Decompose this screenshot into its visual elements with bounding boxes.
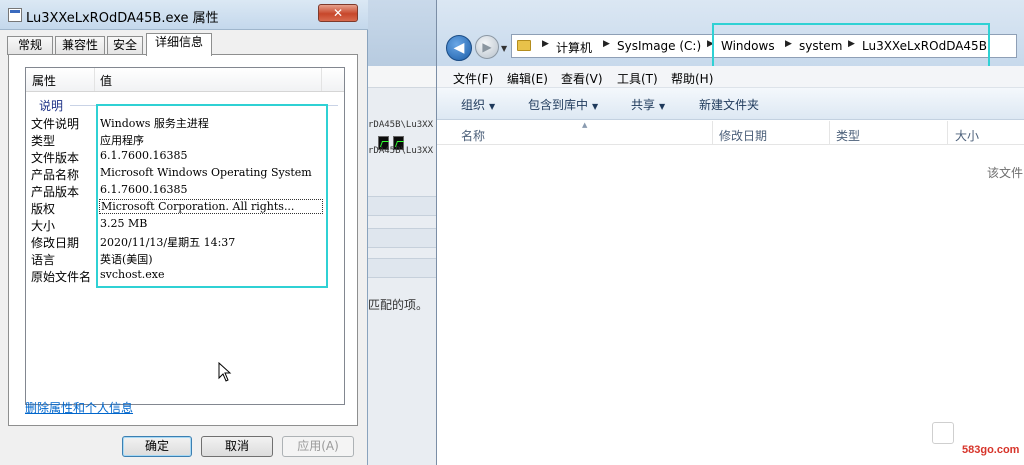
sort-indicator-icon: ▲ [582, 121, 588, 129]
highlight-box [96, 104, 328, 288]
breadcrumb-separator-icon[interactable]: ▶ [542, 39, 549, 49]
tab-details[interactable]: 详细信息 [146, 33, 212, 56]
detail-key: 大小 [31, 219, 56, 233]
header-divider[interactable] [94, 68, 95, 91]
detail-key: 文件说明 [31, 117, 80, 131]
column-type[interactable]: 类型 [836, 127, 860, 144]
back-arrow-icon[interactable]: ◀ [446, 35, 472, 61]
properties-dialog: Lu3XXeLxROdDA45B.exe 属性 ✕ 常规 兼容性 安全 详细信息… [0, 0, 368, 465]
folder-icon [517, 40, 531, 51]
watermark: 583go.com [962, 444, 1020, 456]
chevron-down-icon: ▼ [592, 102, 599, 111]
background-divider [368, 196, 436, 216]
detail-key: 语言 [31, 253, 56, 267]
forward-arrow-icon[interactable]: ▶ [475, 35, 499, 59]
close-button[interactable]: ✕ [318, 4, 358, 22]
tab-general[interactable]: 常规 [7, 36, 53, 55]
background-path-text: rDA45B\Lu3XX [368, 120, 434, 130]
header-divider[interactable] [321, 68, 322, 91]
organize-button[interactable]: 组织 ▼ [461, 96, 495, 113]
share-label: 共享 [631, 98, 656, 112]
detail-key: 产品版本 [31, 185, 80, 199]
column-divider[interactable] [947, 121, 948, 145]
menu-edit[interactable]: 编辑(E) [507, 70, 548, 87]
detail-key: 版权 [31, 202, 56, 216]
empty-folder-message: 该文件 [987, 166, 1024, 180]
tab-compatibility[interactable]: 兼容性 [55, 36, 105, 55]
include-in-library-label: 包含到库中 [528, 98, 589, 112]
background-toolbar [368, 66, 436, 150]
background-divider [368, 228, 436, 248]
explorer-window: ◀ ▶ ▼ ▶ 计算机 ▶ SysImage (C:) ▶ Windows ▶ … [436, 0, 1024, 465]
detail-key: 文件版本 [31, 151, 80, 165]
column-divider[interactable] [712, 121, 713, 145]
ok-button[interactable]: 确定 [122, 436, 192, 457]
detail-key: 原始文件名 [31, 270, 92, 284]
background-divider [368, 258, 436, 278]
detail-key: 类型 [31, 134, 56, 148]
file-icon [8, 8, 22, 22]
remove-properties-link[interactable]: 删除属性和个人信息 [25, 399, 133, 416]
group-label-description: 说明 [39, 99, 64, 113]
explorer-titlebar: ◀ ▶ ▼ ▶ 计算机 ▶ SysImage (C:) ▶ Windows ▶ … [437, 0, 1024, 73]
breadcrumb-drive[interactable]: SysImage (C:) [617, 39, 701, 53]
menu-bar: 文件(F) 编辑(E) 查看(V) 工具(T) 帮助(H) [437, 66, 1024, 88]
mouse-cursor-icon [218, 362, 232, 382]
apply-button[interactable]: 应用(A) [282, 436, 354, 457]
organize-label: 组织 [461, 98, 486, 112]
chevron-down-icon: ▼ [489, 102, 496, 111]
watermark-logo-icon [932, 422, 954, 444]
dialog-title: Lu3XXeLxROdDA45B.exe 属性 [26, 11, 219, 26]
share-button[interactable]: 共享 ▼ [631, 96, 665, 113]
background-status-text: 匹配的项。 [368, 298, 429, 312]
header-property[interactable]: 属性 [32, 72, 56, 89]
column-divider[interactable] [829, 121, 830, 145]
breadcrumb-computer[interactable]: 计算机 [556, 39, 592, 56]
history-dropdown-icon[interactable]: ▼ [501, 44, 507, 53]
detail-key: 产品名称 [31, 168, 80, 182]
column-name[interactable]: 名称 [461, 127, 485, 144]
command-bar: 组织 ▼ 包含到库中 ▼ 共享 ▼ 新建文件夹 [437, 88, 1024, 120]
column-modified-date[interactable]: 修改日期 [719, 127, 767, 144]
dialog-title-bar: Lu3XXeLxROdDA45B.exe 属性 ✕ [0, 0, 368, 30]
breadcrumb-separator-icon[interactable]: ▶ [603, 39, 610, 49]
grid-header: 属性 值 [26, 68, 344, 92]
column-size[interactable]: 大小 [955, 127, 979, 144]
detail-key: 修改日期 [31, 236, 80, 250]
chevron-down-icon: ▼ [659, 102, 666, 111]
background-path-text: rDA45B\Lu3XX [368, 146, 434, 156]
menu-help[interactable]: 帮助(H) [671, 70, 713, 87]
cancel-button[interactable]: 取消 [201, 436, 273, 457]
include-in-library-button[interactable]: 包含到库中 ▼ [528, 96, 598, 113]
header-value[interactable]: 值 [100, 72, 112, 89]
background-window-titlebar [368, 0, 436, 66]
menu-view[interactable]: 查看(V) [561, 70, 603, 87]
menu-file[interactable]: 文件(F) [453, 70, 493, 87]
new-folder-button[interactable]: 新建文件夹 [699, 96, 759, 113]
tab-security[interactable]: 安全 [107, 36, 143, 55]
menu-tools[interactable]: 工具(T) [617, 70, 658, 87]
column-header: ▲ 名称 修改日期 类型 大小 [437, 121, 1024, 145]
background-window: rDA45B\Lu3XX rDA45B\Lu3XX 匹配的项。 [368, 0, 436, 465]
